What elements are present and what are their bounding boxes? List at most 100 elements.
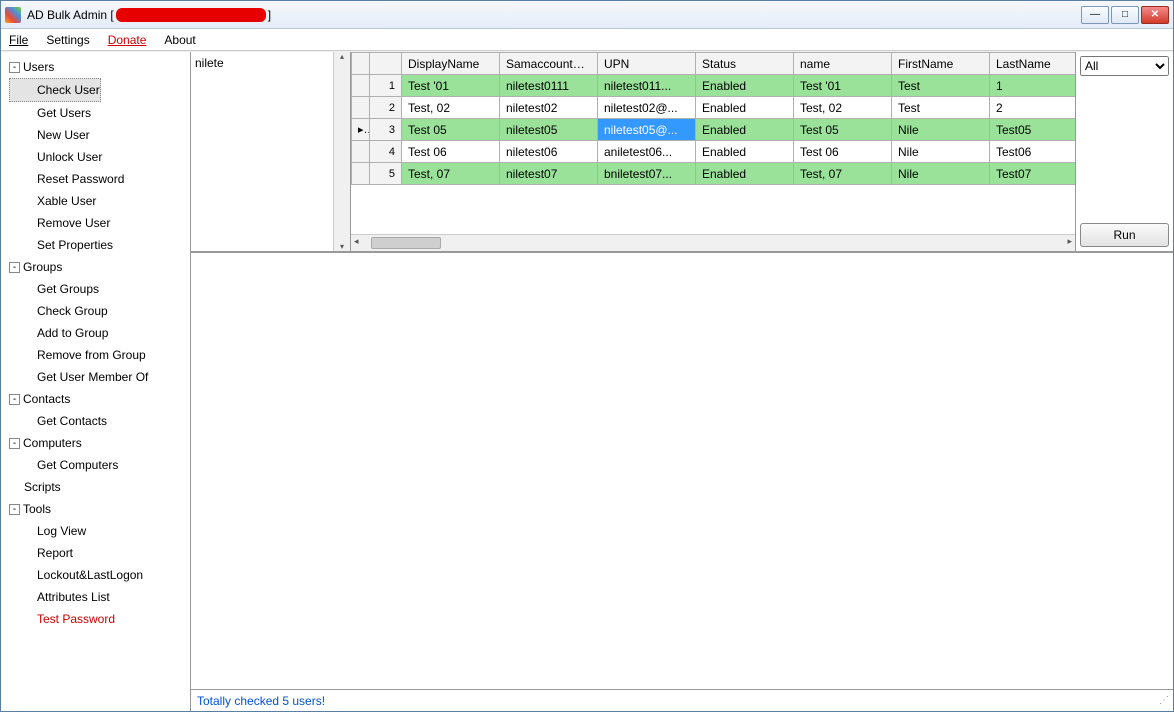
bulk-input[interactable] xyxy=(193,54,348,249)
table-row[interactable]: 5Test, 07niletest07bniletest07...Enabled… xyxy=(352,163,1076,185)
grid-cell[interactable]: Test05 xyxy=(990,119,1076,141)
collapse-icon[interactable]: - xyxy=(9,394,20,405)
menu-about[interactable]: About xyxy=(164,33,195,47)
grid-cell[interactable]: aniletest06... xyxy=(598,141,696,163)
grid-cell[interactable]: Enabled xyxy=(696,119,794,141)
grid-cell[interactable]: Test 05 xyxy=(402,119,500,141)
tree-item[interactable]: Add to Group xyxy=(9,322,188,344)
nav-tree[interactable]: -Users Check UserGet UsersNew UserUnlock… xyxy=(1,52,191,711)
grid-cell[interactable]: niletest011... xyxy=(598,75,696,97)
column-header[interactable]: name xyxy=(794,53,892,75)
grid-cell[interactable]: Test, 07 xyxy=(402,163,500,185)
maximize-button[interactable]: □ xyxy=(1111,6,1139,24)
input-scrollbar[interactable] xyxy=(333,52,350,251)
tree-item[interactable]: Get Computers xyxy=(9,454,188,476)
table-row[interactable]: 4Test 06niletest06aniletest06...EnabledT… xyxy=(352,141,1076,163)
grid-cell[interactable]: bniletest07... xyxy=(598,163,696,185)
grid-cell[interactable]: 2 xyxy=(990,97,1076,119)
grid-cell[interactable]: Enabled xyxy=(696,163,794,185)
column-header[interactable]: LastName xyxy=(990,53,1076,75)
tree-item[interactable]: Test Password xyxy=(9,608,188,630)
grid-cell[interactable]: 1 xyxy=(990,75,1076,97)
grid-cell[interactable]: Enabled xyxy=(696,97,794,119)
titlebar[interactable]: AD Bulk Admin [ ] — □ ✕ xyxy=(1,1,1173,29)
scrollbar-thumb[interactable] xyxy=(371,237,441,249)
collapse-icon[interactable]: - xyxy=(9,262,20,273)
grid-cell[interactable]: Enabled xyxy=(696,141,794,163)
tree-tools-label[interactable]: Tools xyxy=(23,502,51,516)
resize-grip[interactable]: ⋰ xyxy=(1159,695,1167,706)
tree-item[interactable]: Xable User xyxy=(9,190,188,212)
row-number: 2 xyxy=(370,97,402,119)
column-header[interactable]: UPN xyxy=(598,53,696,75)
grid-cell[interactable]: Test, 07 xyxy=(794,163,892,185)
grid-cell[interactable]: Test 06 xyxy=(794,141,892,163)
tree-item[interactable]: Check User xyxy=(9,78,101,102)
grid-cell[interactable]: Test '01 xyxy=(402,75,500,97)
collapse-icon[interactable]: - xyxy=(9,438,20,449)
grid-cell[interactable]: Test 06 xyxy=(402,141,500,163)
tree-item[interactable]: Remove from Group xyxy=(9,344,188,366)
tree-contacts-label[interactable]: Contacts xyxy=(23,392,70,406)
tree-item[interactable]: Reset Password xyxy=(9,168,188,190)
tree-item[interactable]: Lockout&LastLogon xyxy=(9,564,188,586)
tree-item[interactable]: New User xyxy=(9,124,188,146)
tree-item[interactable]: Get Groups xyxy=(9,278,188,300)
grid-cell[interactable]: Test, 02 xyxy=(794,97,892,119)
menu-file[interactable]: File xyxy=(9,33,28,47)
grid-cell[interactable]: Test 05 xyxy=(794,119,892,141)
tree-item[interactable]: Unlock User xyxy=(9,146,188,168)
title-redacted xyxy=(116,8,266,22)
tree-item[interactable]: Get Users xyxy=(9,102,188,124)
tree-item[interactable]: Log View xyxy=(9,520,188,542)
tree-item[interactable]: Remove User xyxy=(9,212,188,234)
grid-cell[interactable]: Test xyxy=(892,97,990,119)
output-pane[interactable] xyxy=(191,252,1173,689)
grid-h-scrollbar[interactable] xyxy=(351,234,1075,251)
filter-select[interactable]: All xyxy=(1080,56,1169,76)
grid-cell[interactable]: Test '01 xyxy=(794,75,892,97)
grid-cell[interactable]: niletest05 xyxy=(500,119,598,141)
tree-groups-label[interactable]: Groups xyxy=(23,260,62,274)
grid-cell[interactable]: niletest07 xyxy=(500,163,598,185)
tree-item[interactable]: Get Contacts xyxy=(9,410,188,432)
tree-users-label[interactable]: Users xyxy=(23,60,54,74)
grid-cell[interactable]: niletest06 xyxy=(500,141,598,163)
grid-scroll[interactable]: DisplayNameSamaccountNameUPNStatusnameFi… xyxy=(351,52,1075,251)
grid-cell[interactable]: niletest02 xyxy=(500,97,598,119)
column-header[interactable]: Status xyxy=(696,53,794,75)
grid-cell[interactable]: Nile xyxy=(892,163,990,185)
grid-cell[interactable]: Nile xyxy=(892,141,990,163)
column-header[interactable]: FirstName xyxy=(892,53,990,75)
grid-cell[interactable]: Test07 xyxy=(990,163,1076,185)
tree-item[interactable]: Check Group xyxy=(9,300,188,322)
table-row[interactable]: 1Test '01niletest0111niletest011...Enabl… xyxy=(352,75,1076,97)
column-header[interactable]: DisplayName xyxy=(402,53,500,75)
table-row[interactable]: 2Test, 02niletest02niletest02@...Enabled… xyxy=(352,97,1076,119)
menu-settings[interactable]: Settings xyxy=(46,33,89,47)
tree-item[interactable]: Attributes List xyxy=(9,586,188,608)
grid-cell[interactable]: niletest05@... xyxy=(598,119,696,141)
column-header[interactable]: SamaccountName xyxy=(500,53,598,75)
right-column: DisplayNameSamaccountNameUPNStatusnameFi… xyxy=(191,52,1173,711)
grid-cell[interactable]: Enabled xyxy=(696,75,794,97)
menu-donate[interactable]: Donate xyxy=(108,33,147,47)
grid-cell[interactable]: Test xyxy=(892,75,990,97)
grid-cell[interactable]: Nile xyxy=(892,119,990,141)
grid-cell[interactable]: niletest0111 xyxy=(500,75,598,97)
tree-computers-label[interactable]: Computers xyxy=(23,436,82,450)
collapse-icon[interactable]: - xyxy=(9,504,20,515)
grid-cell[interactable]: niletest02@... xyxy=(598,97,696,119)
tree-item[interactable]: Get User Member Of xyxy=(9,366,188,388)
results-grid[interactable]: DisplayNameSamaccountNameUPNStatusnameFi… xyxy=(351,52,1075,185)
table-row[interactable]: ▸3Test 05niletest05niletest05@...Enabled… xyxy=(352,119,1076,141)
tree-scripts-label[interactable]: Scripts xyxy=(24,480,61,494)
tree-item[interactable]: Report xyxy=(9,542,188,564)
close-button[interactable]: ✕ xyxy=(1141,6,1169,24)
grid-cell[interactable]: Test, 02 xyxy=(402,97,500,119)
tree-item[interactable]: Set Properties xyxy=(9,234,188,256)
minimize-button[interactable]: — xyxy=(1081,6,1109,24)
run-button[interactable]: Run xyxy=(1080,223,1169,247)
collapse-icon[interactable]: - xyxy=(9,62,20,73)
grid-cell[interactable]: Test06 xyxy=(990,141,1076,163)
